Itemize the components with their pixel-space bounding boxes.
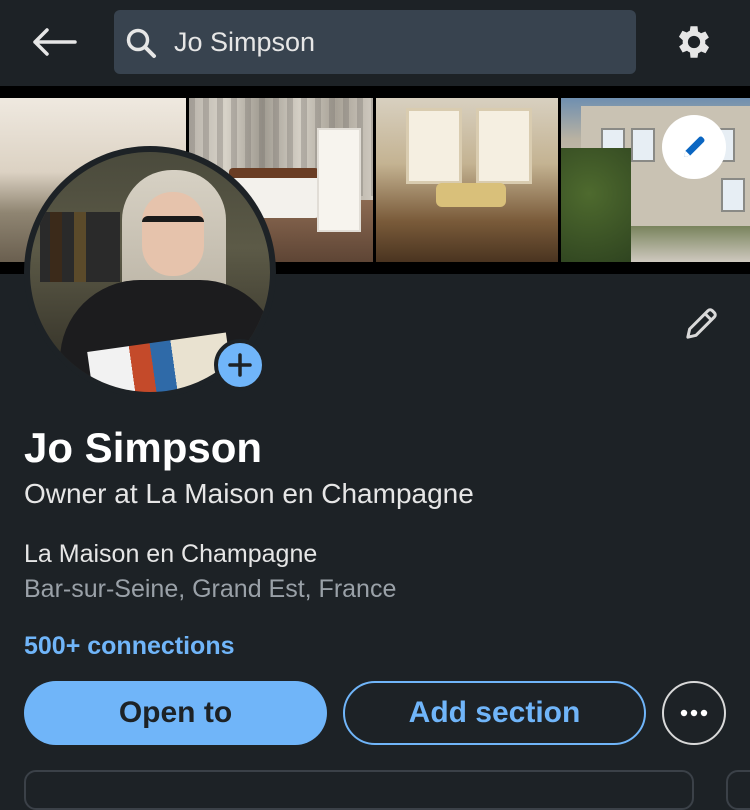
connections-link[interactable]: 500+ connections [24, 632, 235, 661]
pencil-icon [684, 136, 705, 157]
profile-headline: Owner at La Maison en Champagne [24, 478, 474, 509]
search-input[interactable] [174, 10, 614, 74]
next-card[interactable] [726, 770, 750, 810]
search-icon [126, 28, 156, 58]
add-section-button[interactable]: Add section [343, 681, 646, 745]
open-to-button[interactable]: Open to [24, 681, 327, 745]
arrow-left-icon [33, 28, 77, 56]
profile-location: Bar-sur-Seine, Grand Est, France [24, 575, 397, 603]
search-bar[interactable] [114, 10, 636, 74]
plus-icon [228, 353, 252, 377]
open-to-work-card[interactable] [24, 770, 694, 810]
house-exterior-photo [561, 98, 750, 262]
gear-icon [678, 26, 710, 58]
more-actions-button[interactable] [662, 681, 726, 745]
profile-name: Jo Simpson [24, 424, 263, 471]
profile-company: La Maison en Champagne [24, 540, 318, 568]
pencil-icon [686, 308, 717, 339]
more-horizontal-icon [680, 709, 708, 717]
settings-button[interactable] [668, 18, 720, 66]
back-button[interactable] [26, 18, 82, 66]
add-photo-button[interactable] [214, 339, 266, 391]
edit-banner-button[interactable] [662, 115, 726, 179]
top-bar [0, 0, 750, 86]
edit-profile-button[interactable] [680, 300, 724, 346]
salon-photo [376, 98, 558, 262]
